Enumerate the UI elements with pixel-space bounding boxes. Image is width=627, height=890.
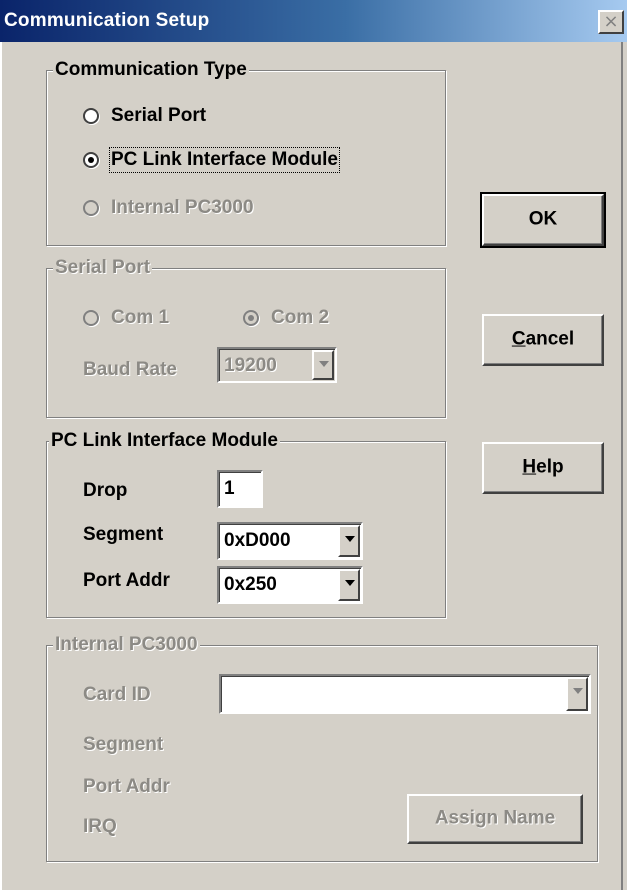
- ok-button[interactable]: OK: [480, 192, 606, 248]
- baud-rate-select[interactable]: 19200: [217, 347, 337, 383]
- internal-pc3000-group-label: Internal PC3000: [53, 634, 200, 656]
- radio-unselected-icon: [83, 200, 99, 216]
- serial-port-radio[interactable]: Serial Port: [83, 105, 206, 127]
- baud-rate-label: Baud Rate: [83, 359, 177, 380]
- internal-pc3000-radio-label: Internal PC3000: [111, 197, 254, 218]
- drop-label: Drop: [83, 480, 128, 501]
- com2-label: Com 2: [271, 307, 330, 328]
- chevron-down-icon[interactable]: [338, 525, 360, 557]
- help-button[interactable]: Help: [482, 442, 604, 494]
- cancel-label-rest: ancel: [525, 328, 575, 350]
- radio-selected-icon: [243, 310, 259, 326]
- com1-radio[interactable]: Com 1: [83, 307, 169, 329]
- help-label: Help: [484, 457, 602, 479]
- radio-unselected-icon: [83, 310, 99, 326]
- segment-select[interactable]: 0xD000: [217, 522, 363, 560]
- serial-port-group-label: Serial Port: [53, 257, 153, 279]
- serial-port-group: Serial Port Com 1 Com 2 Baud Rate 19200: [46, 257, 446, 418]
- internal-pc3000-group: Internal PC3000 Card ID Segment Port Add…: [46, 634, 598, 862]
- close-icon: ×: [603, 11, 619, 32]
- pc-link-group-label: PC Link Interface Module: [49, 430, 280, 452]
- ok-label: OK: [528, 208, 558, 230]
- assign-name-button[interactable]: Assign Name: [407, 794, 583, 844]
- card-id-select[interactable]: [219, 674, 591, 714]
- cancel-label: Cancel: [484, 329, 602, 351]
- communication-type-group: Communication Type Serial Port PC Link I…: [46, 59, 446, 246]
- port-addr-label: Port Addr: [83, 570, 170, 591]
- internal-pc3000-radio[interactable]: Internal PC3000: [83, 197, 254, 219]
- internal-segment-label: Segment: [83, 734, 164, 755]
- chevron-down-icon[interactable]: [312, 350, 334, 380]
- assign-name-label: Assign Name: [434, 807, 556, 829]
- com2-radio[interactable]: Com 2: [243, 307, 329, 329]
- pc-link-group: PC Link Interface Module Drop 1 Segment …: [46, 430, 446, 618]
- chevron-down-icon[interactable]: [566, 677, 588, 711]
- drop-input[interactable]: 1: [217, 470, 263, 508]
- pc-link-radio[interactable]: PC Link Interface Module: [83, 147, 340, 173]
- card-id-label: Card ID: [83, 684, 151, 705]
- irq-label: IRQ: [83, 816, 117, 837]
- pc-link-radio-label: PC Link Interface Module: [109, 147, 340, 173]
- cancel-button[interactable]: Cancel: [482, 314, 604, 366]
- radio-unselected-icon: [83, 108, 99, 124]
- internal-port-addr-label: Port Addr: [83, 776, 170, 797]
- close-button[interactable]: ×: [598, 10, 624, 34]
- chevron-down-icon[interactable]: [338, 569, 360, 601]
- segment-value: 0xD000: [224, 530, 291, 551]
- title-bar: Communication Setup ×: [0, 0, 627, 42]
- port-addr-select[interactable]: 0x250: [217, 566, 363, 604]
- help-accelerator: H: [522, 456, 537, 478]
- radio-selected-icon: [83, 152, 99, 168]
- com1-label: Com 1: [111, 307, 170, 328]
- baud-rate-value: 19200: [224, 355, 277, 376]
- help-label-rest: elp: [536, 456, 564, 478]
- segment-label: Segment: [83, 524, 164, 545]
- port-addr-value: 0x250: [224, 574, 277, 595]
- cancel-accelerator: C: [511, 328, 526, 350]
- communication-type-label: Communication Type: [53, 59, 249, 81]
- serial-port-radio-label: Serial Port: [111, 105, 207, 126]
- window-title: Communication Setup: [4, 10, 210, 31]
- drop-value: 1: [224, 478, 235, 499]
